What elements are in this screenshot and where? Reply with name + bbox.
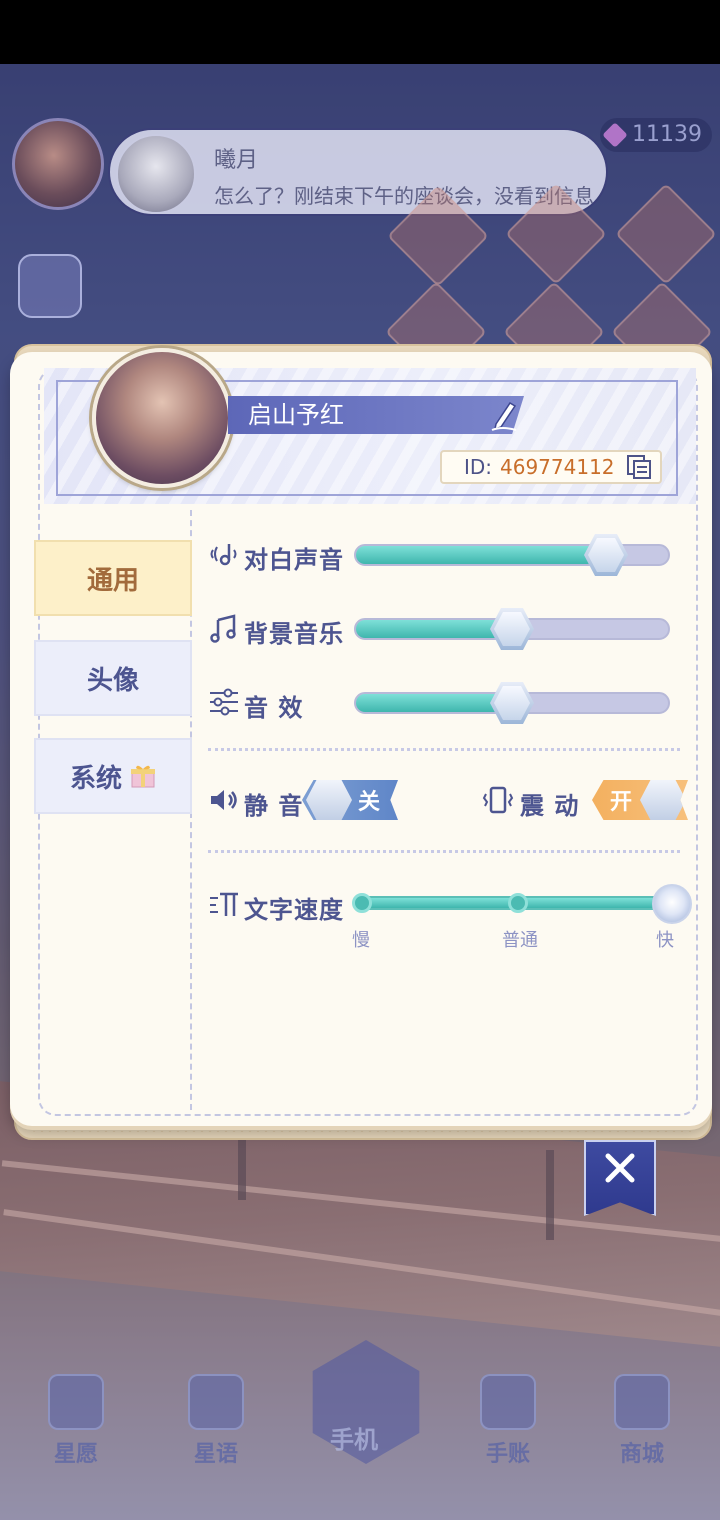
sender-name: 曦月: [214, 148, 259, 173]
gift-icon: [131, 765, 155, 788]
vibrate-toggle[interactable]: 开: [592, 780, 688, 820]
toggle-knob: [306, 780, 352, 820]
text-speed-label: 文字速度: [244, 896, 344, 924]
bgm-label: 背景音乐: [244, 620, 344, 648]
close-icon[interactable]: [602, 1150, 638, 1186]
mute-label: 静 音: [244, 792, 304, 820]
tab-label: 系统: [69, 763, 122, 794]
wish-icon: [48, 1374, 104, 1430]
equalizer-icon: [210, 688, 238, 716]
vibrate-label: 震 动: [520, 792, 580, 820]
nav-journal: 手账: [468, 1374, 548, 1467]
vibrate-phone-icon: [482, 786, 514, 814]
nav-label: 星愿: [53, 1442, 98, 1467]
speed-knob[interactable]: [652, 884, 692, 924]
mute-speaker-icon: [211, 790, 237, 810]
speed-stop-normal[interactable]: [508, 893, 528, 913]
toggle-state: 开: [610, 790, 633, 815]
pole-decoration: [546, 1150, 554, 1240]
dialogue-voice-slider[interactable]: [354, 534, 670, 576]
player-avatar-background: [12, 118, 104, 210]
currency-value: 11139: [632, 122, 702, 147]
mute-toggle[interactable]: 关: [302, 780, 398, 820]
speed-stop-slow[interactable]: [352, 893, 372, 913]
divider: [208, 748, 680, 751]
calendar-icon: [480, 1374, 536, 1430]
shop-icon: [614, 1374, 670, 1430]
nav-starwords: 星语: [176, 1374, 256, 1467]
sender-avatar: [116, 134, 196, 214]
tab-label: 头像: [86, 665, 139, 696]
slider-fill: [356, 546, 606, 564]
pole-decoration: [238, 1140, 246, 1200]
id-value: 469774112: [500, 455, 615, 479]
nav-label: 手机: [330, 1426, 378, 1454]
toggle-state: 关: [357, 790, 380, 815]
status-bar: [0, 0, 720, 64]
slider-fill: [356, 620, 512, 638]
nav-label: 手账: [485, 1442, 530, 1467]
message-notification: 曦月 怎么了？刚结束下午的座谈会，没看到信息: [108, 128, 608, 216]
speed-option-fast: 快: [656, 930, 674, 951]
speed-option-normal: 普通: [502, 930, 538, 951]
tab-general[interactable]: 通用: [34, 540, 192, 616]
divider: [208, 850, 680, 853]
tab-avatar[interactable]: 头像: [34, 640, 192, 716]
tab-system[interactable]: 系统: [34, 738, 192, 814]
nav-label: 星语: [193, 1442, 238, 1467]
bgm-slider[interactable]: [354, 608, 670, 650]
tab-label: 通用: [86, 565, 139, 596]
text-speed-icon: [210, 892, 238, 916]
cards-icon: [188, 1374, 244, 1430]
nav-wish: 星愿: [36, 1374, 116, 1467]
music-note-icon: [210, 614, 236, 643]
nav-label: 商城: [619, 1442, 664, 1467]
profile-avatar[interactable]: [92, 348, 232, 488]
sfx-slider[interactable]: [354, 682, 670, 724]
copy-icon[interactable]: [626, 454, 654, 480]
profile-name: 启山予红: [248, 401, 344, 429]
id-label: ID:: [464, 455, 493, 479]
edit-pencil-icon[interactable]: [488, 398, 520, 432]
currency-counter: 11139: [600, 118, 712, 152]
nav-shop: 商城: [602, 1374, 682, 1467]
sfx-label: 音 效: [244, 694, 304, 722]
toggle-knob: [640, 780, 686, 820]
dialogue-voice-label: 对白声音: [244, 546, 344, 574]
dialogue-voice-icon: [210, 544, 237, 566]
speed-option-slow: 慢: [352, 930, 370, 951]
slider-fill: [356, 694, 512, 712]
gem-icon: [602, 122, 628, 148]
notes-side-button: [18, 254, 82, 318]
